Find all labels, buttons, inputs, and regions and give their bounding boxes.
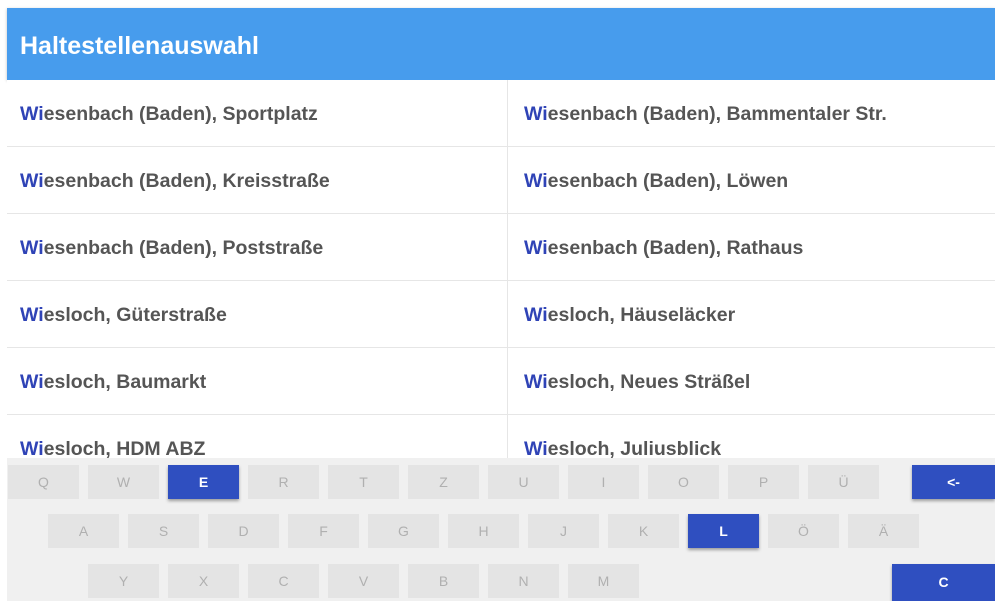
match-highlight: Wi — [20, 438, 44, 460]
key-b[interactable]: B — [408, 564, 479, 598]
stop-item[interactable]: Wiesloch, Güterstraße — [20, 281, 500, 347]
list-row: Wiesloch, Baumarkt Wiesloch, Neues Sträß… — [7, 348, 995, 415]
key-oe[interactable]: Ö — [768, 514, 839, 548]
key-e[interactable]: E — [168, 465, 239, 499]
stop-name-rest: esenbach (Baden), Löwen — [547, 170, 789, 192]
stop-item[interactable]: Wiesloch, Baumarkt — [20, 348, 500, 414]
match-highlight: Wi — [20, 371, 44, 393]
stop-name-rest: esenbach (Baden), Sportplatz — [43, 103, 318, 125]
key-n[interactable]: N — [488, 564, 559, 598]
key-t[interactable]: T — [328, 465, 399, 499]
stop-name-rest: esenbach (Baden), Rathaus — [547, 237, 804, 259]
key-w[interactable]: W — [88, 465, 159, 499]
key-f[interactable]: F — [288, 514, 359, 548]
key-ae[interactable]: Ä — [848, 514, 919, 548]
stop-item[interactable]: Wiesloch, Juliusblick — [524, 415, 994, 460]
stop-name-rest: esenbach (Baden), Poststraße — [43, 237, 324, 259]
clear-button[interactable]: C — [892, 564, 995, 601]
list-row: Wiesloch, HDM ABZ Wiesloch, Juliusblick — [7, 415, 995, 460]
match-highlight: Wi — [524, 304, 548, 326]
key-d[interactable]: D — [208, 514, 279, 548]
match-highlight: Wi — [20, 304, 44, 326]
stop-name-rest: esloch, Juliusblick — [547, 438, 722, 460]
stop-name-rest: esloch, Neues Sträßel — [547, 371, 751, 393]
key-r[interactable]: R — [248, 465, 319, 499]
key-s[interactable]: S — [128, 514, 199, 548]
stop-name-rest: esenbach (Baden), Kreisstraße — [43, 170, 330, 192]
key-k[interactable]: K — [608, 514, 679, 548]
stop-item[interactable]: Wiesenbach (Baden), Poststraße — [20, 214, 500, 280]
match-highlight: Wi — [524, 237, 548, 259]
match-highlight: Wi — [524, 170, 548, 192]
list-row: Wiesenbach (Baden), Poststraße Wiesenbac… — [7, 214, 995, 281]
match-highlight: Wi — [20, 170, 44, 192]
stop-name-rest: esloch, HDM ABZ — [43, 438, 206, 460]
list-row: Wiesenbach (Baden), Sportplatz Wiesenbac… — [7, 80, 995, 147]
key-p[interactable]: P — [728, 465, 799, 499]
match-highlight: Wi — [20, 103, 44, 125]
key-x[interactable]: X — [168, 564, 239, 598]
key-u[interactable]: U — [488, 465, 559, 499]
stop-name-rest: esenbach (Baden), Bammentaler Str. — [547, 103, 887, 125]
key-g[interactable]: G — [368, 514, 439, 548]
key-c[interactable]: C — [248, 564, 319, 598]
stop-item[interactable]: Wiesloch, Neues Sträßel — [524, 348, 994, 414]
backspace-button[interactable]: <- — [912, 465, 995, 499]
match-highlight: Wi — [524, 371, 548, 393]
key-j[interactable]: J — [528, 514, 599, 548]
key-l[interactable]: L — [688, 514, 759, 548]
stop-list: Wiesenbach (Baden), Sportplatz Wiesenbac… — [7, 80, 995, 460]
key-h[interactable]: H — [448, 514, 519, 548]
key-o[interactable]: O — [648, 465, 719, 499]
stop-item[interactable]: Wiesenbach (Baden), Sportplatz — [20, 80, 500, 146]
match-highlight: Wi — [524, 103, 548, 125]
onscreen-keyboard: Q W E R T Z U I O P Ü <- A S D F G H J K… — [7, 458, 995, 601]
key-v[interactable]: V — [328, 564, 399, 598]
page-title: Haltestellenauswahl — [7, 8, 995, 80]
stop-item[interactable]: Wiesenbach (Baden), Löwen — [524, 147, 994, 213]
key-m[interactable]: M — [568, 564, 639, 598]
key-y[interactable]: Y — [88, 564, 159, 598]
key-ue[interactable]: Ü — [808, 465, 879, 499]
stop-item[interactable]: Wiesloch, HDM ABZ — [20, 415, 500, 460]
match-highlight: Wi — [524, 438, 548, 460]
stop-name-rest: esloch, Güterstraße — [43, 304, 227, 326]
key-z[interactable]: Z — [408, 465, 479, 499]
stop-name-rest: esloch, Baumarkt — [43, 371, 207, 393]
stop-item[interactable]: Wiesenbach (Baden), Kreisstraße — [20, 147, 500, 213]
match-highlight: Wi — [20, 237, 44, 259]
stop-item[interactable]: Wiesenbach (Baden), Bammentaler Str. — [524, 80, 994, 146]
list-row: Wiesloch, Güterstraße Wiesloch, Häuseläc… — [7, 281, 995, 348]
list-row: Wiesenbach (Baden), Kreisstraße Wiesenba… — [7, 147, 995, 214]
stop-item[interactable]: Wiesenbach (Baden), Rathaus — [524, 214, 994, 280]
stop-item[interactable]: Wiesloch, Häuseläcker — [524, 281, 994, 347]
stop-name-rest: esloch, Häuseläcker — [547, 304, 736, 326]
key-q[interactable]: Q — [8, 465, 79, 499]
key-a[interactable]: A — [48, 514, 119, 548]
key-i[interactable]: I — [568, 465, 639, 499]
